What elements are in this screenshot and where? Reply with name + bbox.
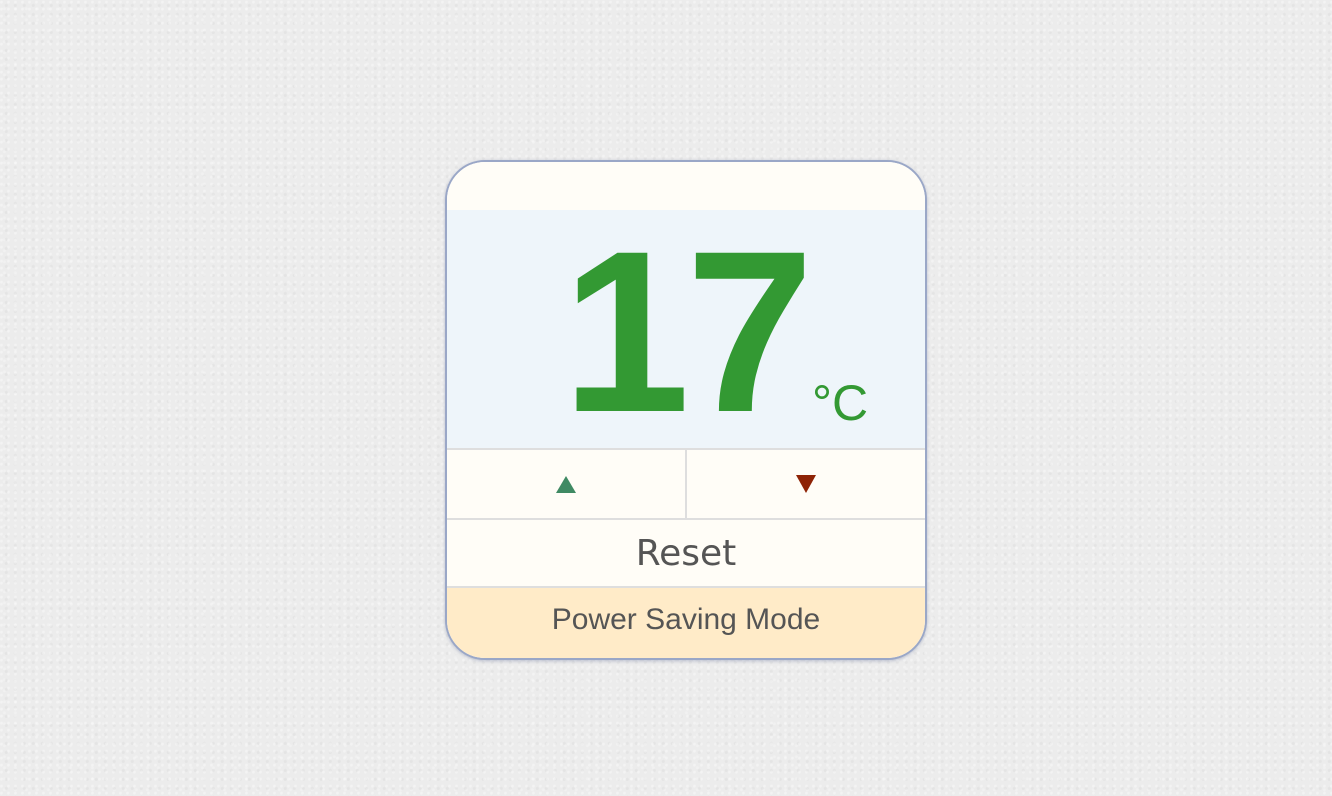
decrease-temperature-button[interactable] xyxy=(687,450,925,518)
reset-button[interactable]: Reset xyxy=(447,520,925,588)
power-saving-mode-button[interactable]: Power Saving Mode xyxy=(447,588,925,658)
temperature-controls xyxy=(447,450,925,520)
thermostat-panel: 17 °C Reset Power Saving Mode xyxy=(445,160,927,660)
temperature-unit: °C xyxy=(812,375,869,431)
temperature-display: 17 °C xyxy=(447,210,925,450)
triangle-up-icon xyxy=(556,475,576,493)
triangle-down-icon xyxy=(796,475,816,493)
increase-temperature-button[interactable] xyxy=(447,450,687,518)
